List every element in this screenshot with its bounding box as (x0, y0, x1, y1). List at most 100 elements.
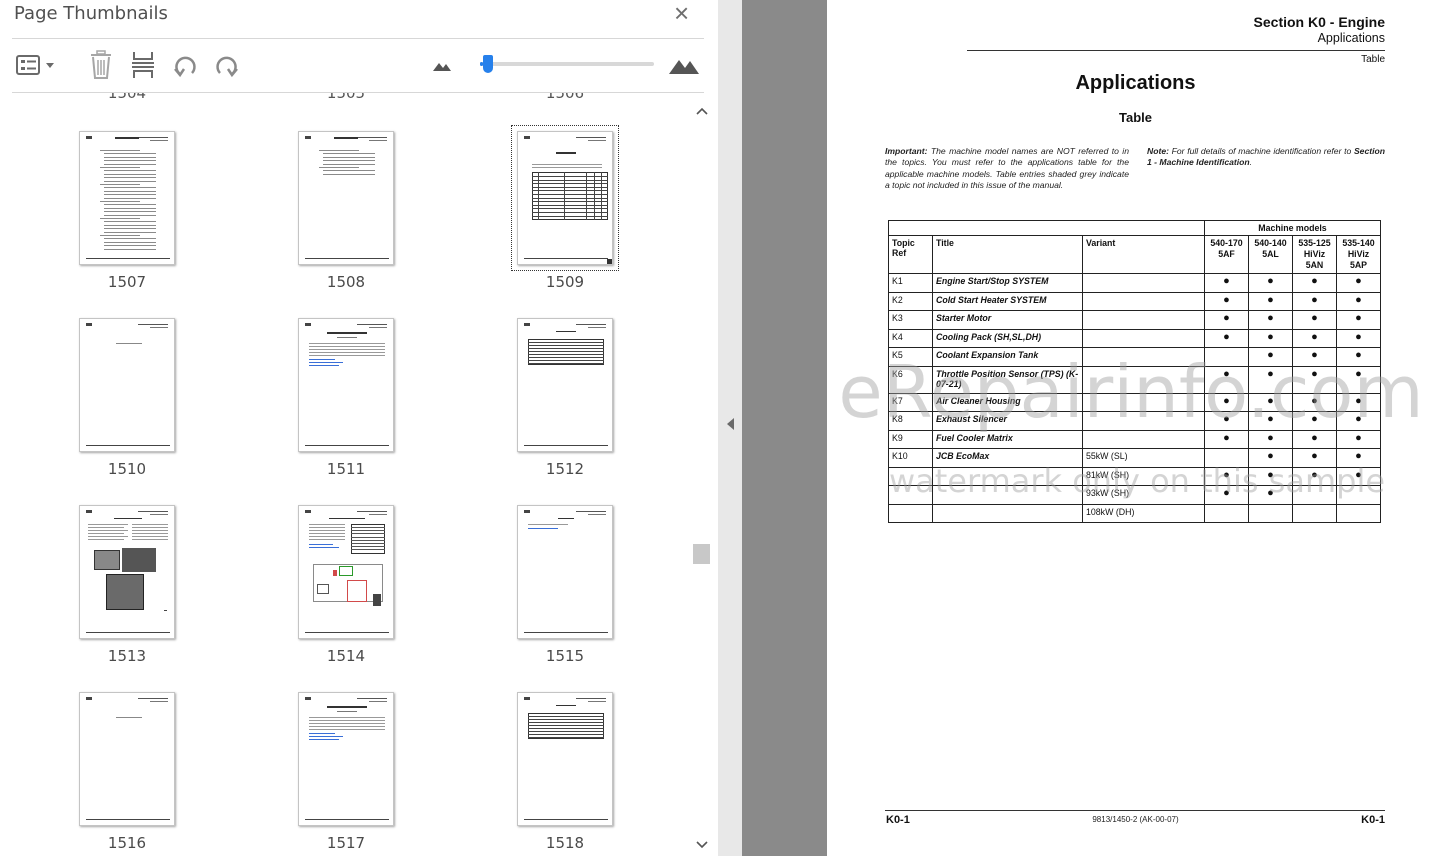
thumbnail-mark (327, 332, 367, 334)
thumbnail-page-number: 1507 (107, 273, 147, 291)
thumbnail-page[interactable] (298, 318, 394, 452)
thumbnail-item[interactable]: 1507 (79, 131, 175, 295)
thumbnail-mark (532, 186, 608, 188)
applicable-dot: ● (1311, 275, 1318, 287)
thumbnail-page[interactable] (517, 505, 613, 639)
thumbnail-mark (104, 231, 156, 233)
thumbnail-mark (309, 365, 339, 366)
thumbnail-mark (309, 343, 385, 344)
thumbnail-mark (104, 153, 156, 155)
thumbnail-page[interactable] (517, 131, 613, 265)
thumbnail-logo (305, 136, 311, 139)
page-title: Applications (1075, 72, 1196, 94)
thumbnail-mark (357, 698, 387, 699)
large-mountain-icon (668, 55, 700, 75)
thumbnail-mark (556, 705, 576, 706)
collapse-panel-icon[interactable] (727, 418, 734, 430)
scrollbar-thumb[interactable] (693, 544, 710, 564)
applicable-dot: ● (1267, 293, 1274, 306)
thumbnail-options-button[interactable] (14, 48, 58, 82)
thumbnail-item[interactable]: 1508 (298, 131, 394, 295)
thumbnail-page[interactable] (79, 692, 175, 826)
zoom-out-button[interactable] (430, 48, 454, 82)
watermark-main: eRepairinfo.com (838, 350, 1424, 434)
insert-pages-button[interactable] (126, 48, 160, 82)
zoom-in-button[interactable] (666, 48, 702, 82)
zoom-slider-track[interactable] (480, 62, 654, 66)
thumbnail-page[interactable] (298, 505, 394, 639)
thumbnail-page-number: 1510 (107, 460, 147, 478)
thumbnail-photo (122, 548, 156, 572)
thumbnail-mark (556, 152, 576, 154)
thumbnail-mark (323, 163, 375, 165)
delete-pages-button[interactable] (84, 48, 118, 82)
thumbnail-mark (323, 170, 375, 172)
thumbnail-page[interactable] (517, 318, 613, 452)
thumbnail-mark (132, 536, 168, 537)
thumbnail-item[interactable]: 1515 (517, 505, 613, 669)
thumbnail-mark (104, 228, 156, 230)
thumbnail-mark (528, 728, 604, 729)
thumbnail-mark (305, 632, 389, 633)
thumbnail-item[interactable]: 1518 (517, 692, 613, 856)
thumbnail-page[interactable] (517, 692, 613, 826)
thumbnail-mark (88, 527, 124, 528)
thumbnail-mark (528, 345, 604, 346)
thumbnail-mark (104, 194, 156, 196)
scroll-down-icon[interactable] (696, 838, 708, 850)
thumbnail-page[interactable] (298, 131, 394, 265)
thumbnail-mark (369, 140, 387, 141)
rotate-counterclockwise-button[interactable] (168, 48, 202, 82)
thumbnail-page-number: 1511 (326, 460, 366, 478)
thumbnail-item[interactable]: 1509 (511, 125, 619, 295)
thumbnail-page[interactable] (79, 131, 175, 265)
thumbnail-mark (357, 324, 387, 325)
thumbnail-mark (104, 245, 156, 247)
thumbnail-mark (564, 172, 565, 220)
thumbnail-mark (86, 819, 170, 820)
thumbnail-mark (319, 150, 359, 151)
thumbnail-mark (104, 160, 156, 162)
applicability-cell: ● (1204, 273, 1249, 293)
title-cell: Cold Start Heater SYSTEM (932, 291, 1083, 311)
thumbnail-logo (524, 697, 530, 700)
topic-ref-cell: K4 (888, 328, 933, 348)
thumbnail-item[interactable]: 1514 (298, 505, 394, 669)
thumbnail-mark (601, 172, 602, 220)
thumbnail-item[interactable]: 1516 (79, 692, 175, 856)
rotate-clockwise-button[interactable] (210, 48, 244, 82)
thumbnail-mark (100, 201, 140, 202)
thumbnail-mark (538, 172, 539, 220)
applicability-cell (1204, 503, 1249, 523)
thumbnail-mark (104, 187, 156, 189)
thumbnail-page[interactable] (79, 505, 175, 639)
thumbnail-mark (351, 527, 385, 528)
thumbnail-item[interactable]: 1510 (79, 318, 175, 482)
thumbnail-scrollbar[interactable] (692, 100, 712, 856)
thumbnail-item[interactable]: 1513 (79, 505, 175, 669)
thumbnail-item[interactable]: 1517 (298, 692, 394, 856)
thumbnail-item[interactable]: 1512 (517, 318, 613, 482)
variant-cell (1082, 310, 1205, 330)
panel-splitter[interactable] (718, 0, 742, 856)
topic-ref-cell (888, 503, 933, 523)
thumbnail-mark (104, 221, 156, 223)
thumbnail-item[interactable]: 1511 (298, 318, 394, 482)
applicable-dot: ● (1223, 275, 1230, 287)
thumbnail-mark (323, 156, 375, 158)
close-panel-button[interactable]: × (674, 0, 689, 26)
thumbnail-page[interactable] (79, 318, 175, 452)
variant-header: Variant (1082, 235, 1205, 274)
applicable-dot: ● (1311, 450, 1318, 462)
important-lead: Important: (885, 146, 928, 156)
scroll-up-icon[interactable] (696, 106, 708, 118)
thumbnail-page[interactable] (298, 692, 394, 826)
thumbnail-mark (532, 204, 608, 206)
thumbnail-mark (524, 632, 608, 633)
zoom-slider-handle[interactable] (483, 55, 493, 73)
thumbnail-mark (104, 241, 156, 243)
applicable-dot: ● (1267, 450, 1274, 462)
resize-handle[interactable] (607, 259, 612, 264)
thumbnail-mark (351, 536, 385, 538)
model-header: 535-140 HiViz 5AP (1336, 235, 1381, 274)
